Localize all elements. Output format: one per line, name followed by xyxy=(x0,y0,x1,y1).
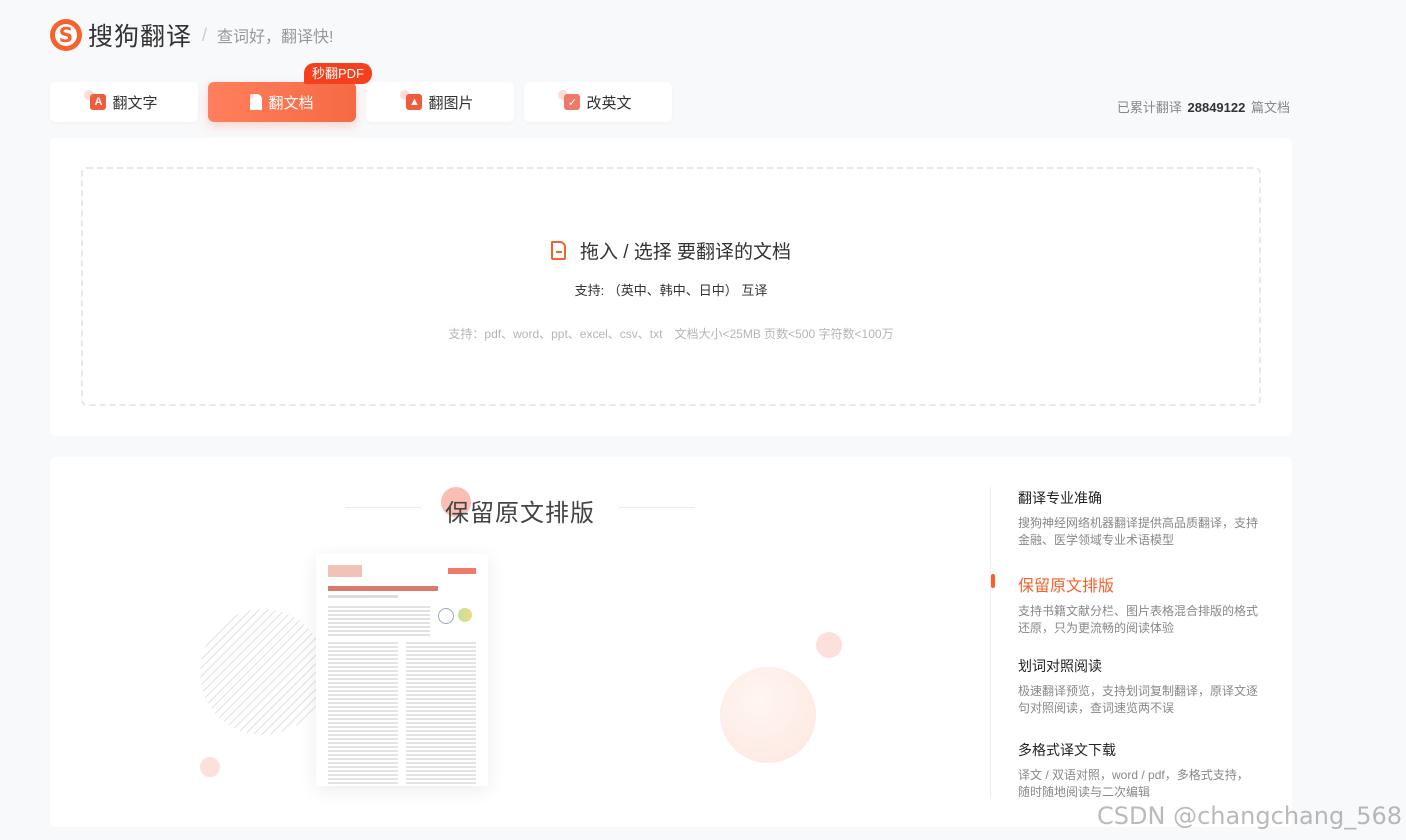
tab-bar: A 翻文字 翻文档 ▲ 翻图片 ✓ 改英文 xyxy=(50,82,682,122)
decorative-hatched-circle xyxy=(200,609,326,735)
sogou-logo-icon[interactable]: S xyxy=(50,19,82,51)
document-drop-zone[interactable]: 拖入 / 选择 要翻译的文档 支持: （英中、韩中、日中） 互译 支持：pdf、… xyxy=(81,167,1261,406)
decorative-circle xyxy=(720,667,816,763)
paper-column-left xyxy=(328,642,398,786)
decorative-dot xyxy=(200,757,220,777)
supported-languages: 支持: （英中、韩中、日中） 互译 xyxy=(574,283,768,298)
feature-item-title: 多格式译文下载 xyxy=(1018,742,1116,758)
drop-title-text: 拖入 / 选择 要翻译的文档 xyxy=(579,242,792,263)
slogan: 查词好，翻译快! xyxy=(217,29,334,46)
feature-divider xyxy=(990,487,991,799)
header: S 搜狗翻译 / 查词好，翻译快! xyxy=(50,18,333,52)
feature-item-desc: 译文 / 双语对照，word / pdf，多格式支持，随时随地阅读与二次编辑 xyxy=(1018,768,1249,799)
app-title[interactable]: 搜狗翻译 xyxy=(88,17,192,53)
counter-suffix: 篇文档 xyxy=(1250,100,1290,115)
counter-prefix: 已累计翻译 xyxy=(1116,100,1182,115)
feature-item-accurate[interactable]: 翻译专业准确 搜狗神经网络机器翻译提供高品质翻译，支持金融、医学领域专业术语模型 xyxy=(1018,488,1258,572)
tab-english[interactable]: ✓ 改英文 xyxy=(524,82,672,122)
document-icon xyxy=(244,90,263,110)
feature-list: 翻译专业准确 搜狗神经网络机器翻译提供高品质翻译，支持金融、医学领域专业术语模型… xyxy=(991,488,1259,824)
translation-counter: 已累计翻译 28849122 篇文档 xyxy=(1117,97,1290,116)
tab-image[interactable]: ▲ 翻图片 xyxy=(366,82,514,122)
feature-item-desc: 搜狗神经网络机器翻译提供高品质翻译，支持金融、医学领域专业术语模型 xyxy=(1018,516,1259,547)
paper-authors-line xyxy=(328,595,398,598)
paper-column-right xyxy=(406,642,476,786)
tab-text[interactable]: A 翻文字 xyxy=(50,82,198,122)
drop-title[interactable]: 拖入 / 选择 要翻译的文档 xyxy=(83,237,1259,264)
feature-item-bilingual[interactable]: 划词对照阅读 极速翻译预览，支持划词复制翻译，原译文逐句对照阅读，查词速览两不误 xyxy=(1018,656,1258,740)
feature-heading: 保留原文排版 xyxy=(345,487,695,527)
feature-item-title: 划词对照阅读 xyxy=(1018,658,1102,674)
tab-label: 改英文 xyxy=(586,94,632,112)
english-correct-icon: ✓ xyxy=(558,90,581,110)
tab-label: 翻文档 xyxy=(268,94,314,112)
feature-item-desc: 支持书籍文献分栏、图片表格混合排版的格式还原，只为更流畅的阅读体验 xyxy=(1018,604,1259,635)
tab-label: 翻文字 xyxy=(112,94,158,112)
feature-card: 保留原文排版 翻译专业准确 搜狗神经网络机器翻译提供高品质翻译，支持金融、医学领… xyxy=(50,457,1292,827)
feature-item-title: 翻译专业准确 xyxy=(1018,490,1102,506)
tab-document[interactable]: 翻文档 xyxy=(208,82,356,122)
counter-value: 28849122 xyxy=(1187,100,1246,115)
feature-title: 保留原文排版 xyxy=(445,500,595,527)
paper-abstract-lines xyxy=(328,606,430,636)
pdf-badge: 秒翻PDF xyxy=(304,63,373,84)
document-outline-icon xyxy=(550,241,566,260)
document-preview-image xyxy=(316,554,488,786)
page: S 搜狗翻译 / 查词好，翻译快! A 翻文字 翻文档 ▲ 翻图片 ✓ 改英文 … xyxy=(0,0,1406,840)
text-translate-icon: A xyxy=(84,90,107,110)
header-separator: / xyxy=(202,24,208,45)
feature-item-desc: 极速翻译预览，支持划词复制翻译，原译文逐句对照阅读，查词速览两不误 xyxy=(1018,684,1259,715)
feature-item-title: 保留原文排版 xyxy=(1018,578,1115,595)
paper-figure xyxy=(436,606,476,636)
journal-logo xyxy=(328,565,362,577)
upload-card: 拖入 / 选择 要翻译的文档 支持: （英中、韩中、日中） 互译 支持：pdf、… xyxy=(50,138,1292,436)
decorative-dot xyxy=(816,632,842,658)
tab-label: 翻图片 xyxy=(428,94,474,112)
feature-item-layout[interactable]: 保留原文排版 支持书籍文献分栏、图片表格混合排版的格式还原，只为更流畅的阅读体验 xyxy=(991,572,1259,656)
supported-formats: 支持：pdf、word、ppt、excel、csv、txt 文档大小<25MB … xyxy=(448,327,894,341)
paper-title-line xyxy=(328,586,438,591)
image-icon: ▲ xyxy=(400,90,423,110)
journal-tag xyxy=(448,568,476,574)
csdn-watermark: CSDN @changchang_568 xyxy=(1097,802,1402,830)
